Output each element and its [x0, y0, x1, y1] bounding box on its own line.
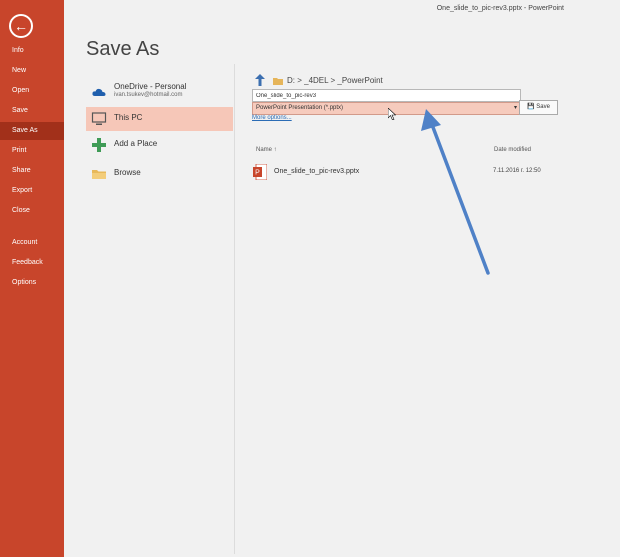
nav-item-export[interactable]: Export: [0, 182, 64, 200]
location-label: OneDrive - Personal: [114, 82, 187, 91]
location-this-pc[interactable]: This PC: [86, 107, 233, 131]
location-label: Add a Place: [114, 139, 158, 148]
location-label: Browse: [114, 168, 141, 177]
nav-item-new[interactable]: New: [0, 62, 64, 80]
column-header-name[interactable]: Name ↑: [256, 147, 277, 153]
column-header-date[interactable]: Date modified: [494, 147, 531, 153]
nav-item-save-as[interactable]: Save As: [0, 122, 64, 140]
location-browse[interactable]: Browse: [86, 162, 233, 186]
up-arrow-icon[interactable]: [255, 74, 265, 86]
nav-item-feedback[interactable]: Feedback: [0, 254, 64, 272]
mouse-cursor-icon: [388, 108, 396, 120]
save-button-label: Save: [536, 104, 550, 110]
more-options-link[interactable]: More options...: [252, 115, 292, 121]
backstage-nav: ← Info New Open Save Save As Print Share…: [0, 0, 64, 557]
folder-icon: [273, 78, 283, 85]
breadcrumb[interactable]: D: > _4DEL > _PowerPoint: [287, 76, 383, 85]
save-icon: 💾: [527, 104, 535, 110]
app-name: PowerPoint: [528, 5, 564, 12]
location-add-place[interactable]: Add a Place: [86, 133, 233, 157]
chevron-down-icon: ▾: [513, 105, 517, 111]
location-account: ivan.tsukev@hotmail.com: [114, 92, 183, 98]
title-separator: -: [523, 5, 527, 12]
file-date: 7.11.2016 г. 12:50: [493, 168, 541, 174]
nav-item-open[interactable]: Open: [0, 82, 64, 100]
file-type-value: PowerPoint Presentation (*.pptx): [256, 105, 344, 111]
nav-item-save[interactable]: Save: [0, 102, 64, 120]
save-button[interactable]: 💾 Save: [519, 100, 558, 115]
computer-icon: [91, 112, 107, 125]
nav-item-options[interactable]: Options: [0, 274, 64, 292]
nav-item-share[interactable]: Share: [0, 162, 64, 180]
cloud-icon: [92, 88, 106, 96]
nav-item-print[interactable]: Print: [0, 142, 64, 160]
location-label: This PC: [114, 113, 143, 122]
page-title: Save As: [86, 38, 160, 60]
folder-icon: [92, 170, 106, 179]
nav-item-account[interactable]: Account: [0, 234, 64, 252]
nav-item-info[interactable]: Info: [0, 42, 64, 60]
file-name-input[interactable]: [252, 89, 521, 102]
pptx-file-icon: P: [253, 164, 267, 180]
back-arrow-icon[interactable]: ←: [9, 14, 33, 38]
location-onedrive[interactable]: OneDrive - Personal ivan.tsukev@hotmail.…: [86, 80, 233, 104]
file-type-select[interactable]: PowerPoint Presentation (*.pptx) ▾: [252, 102, 521, 115]
column-divider: [234, 64, 235, 554]
nav-item-close[interactable]: Close: [0, 202, 64, 220]
svg-text:P: P: [255, 170, 260, 177]
window-title: One_slide_to_pic-rev3.pptx - PowerPoint: [437, 5, 564, 12]
file-name: One_slide_to_pic-rev3.pptx: [274, 168, 360, 175]
document-name: One_slide_to_pic-rev3.pptx: [436, 5, 522, 12]
plus-icon: [92, 138, 106, 152]
file-row[interactable]: P One_slide_to_pic-rev3.pptx 7.11.2016 г…: [252, 163, 558, 181]
